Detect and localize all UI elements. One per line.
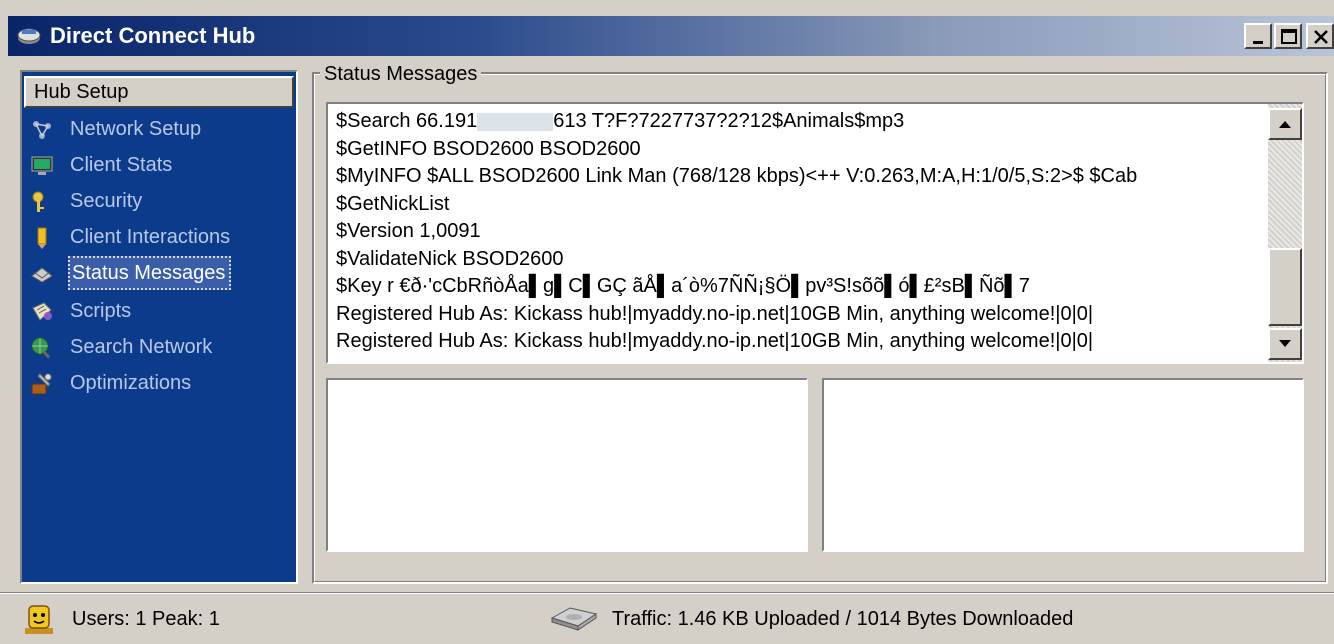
log-line: $Key r €ð·'cCbRñòÅa▌g▌C▌GÇ ãÅ▌a´ò%7ÑÑ¡§Ö… (336, 275, 1030, 297)
minimize-icon (1253, 41, 1263, 44)
log-line: $MyINFO $ALL BSOD2600 Link Man (768/128 … (336, 165, 1138, 187)
left-message-box[interactable] (326, 378, 808, 552)
maximize-icon (1281, 29, 1297, 44)
traffic-status: Traffic: 1.46 KB Uploaded / 1014 Bytes D… (612, 608, 1074, 630)
user-icon (25, 605, 53, 634)
users-count: Users: 1 Peak: 1 (72, 608, 220, 630)
sidebar-item-network-setup[interactable]: Network Setup (28, 112, 294, 146)
sidebar-header[interactable]: Hub Setup (24, 76, 294, 108)
log-lines: $Search 66.191 613 T?F?7227737?2?12$Anima… (336, 108, 1266, 356)
sidebar-item-label: Security (70, 190, 143, 212)
right-message-box[interactable] (822, 378, 1304, 552)
log-line: Registered Hub As: Kickass hub!|myaddy.n… (336, 330, 1094, 352)
network-icon (33, 121, 51, 139)
log-scrollbar[interactable] (1268, 104, 1302, 362)
sidebar-item-label: Search Network (70, 336, 213, 358)
title-bar[interactable]: Direct Connect Hub (8, 16, 1334, 56)
app-window: Direct Connect Hub Hub Setup Network Set… (0, 0, 1334, 644)
monitor-icon (31, 156, 53, 175)
sidebar-item-label: Optimizations (70, 372, 192, 394)
sidebar-item-client-stats[interactable]: Client Stats (28, 148, 294, 182)
arrow-down-icon (1279, 340, 1291, 347)
sidebar-item-label: Scripts (70, 300, 132, 322)
log-line: Registered Hub As: Kickass hub!|myaddy.n… (336, 302, 1094, 325)
scroll-up-button[interactable] (1268, 108, 1302, 140)
log-line: $ValidateNick BSOD2600 (336, 247, 564, 270)
sidebar-item-label: Status Messages (68, 256, 232, 290)
sidebar-item-label: Client Stats (70, 154, 173, 176)
sidebar: Hub Setup Network Setup Client Stats Sec… (20, 70, 298, 584)
redacted-ip (477, 112, 554, 131)
hub-app-icon (17, 28, 41, 44)
scroll-icon (32, 302, 52, 321)
log-line: $Search 66.191 613 T?F?7227737?2?12$Anima… (336, 110, 905, 132)
close-button[interactable] (1306, 23, 1334, 49)
globe-search-icon (31, 337, 51, 359)
sidebar-item-optimizations[interactable]: Optimizations (28, 366, 294, 400)
pencil-icon (37, 227, 47, 249)
close-icon (1314, 30, 1328, 44)
minimize-button[interactable] (1244, 23, 1272, 49)
sidebar-item-label: Network Setup (70, 118, 202, 140)
status-log[interactable]: $Search 66.191 613 T?F?7227737?2?12$Anima… (326, 102, 1304, 364)
sidebar-item-security[interactable]: Security (28, 184, 294, 218)
sidebar-item-status-messages[interactable]: Status Messages (28, 256, 294, 290)
log-line: $GetINFO BSOD2600 BSOD2600 (336, 137, 641, 160)
tools-icon (31, 373, 52, 395)
envelope-icon (31, 267, 53, 283)
sidebar-item-search-network[interactable]: Search Network (28, 330, 294, 364)
log-line: $GetNickList (336, 192, 450, 215)
scroll-down-button[interactable] (1268, 328, 1302, 360)
group-title: Status Messages (320, 62, 482, 86)
sidebar-item-client-interactions[interactable]: Client Interactions (28, 220, 294, 254)
log-line: $Version 1,0091 (336, 220, 481, 242)
status-bar: Users: 1 Peak: 1 Traffic: 1.46 KB Upload… (0, 592, 1334, 644)
sidebar-item-label: Client Interactions (70, 226, 231, 248)
maximize-button[interactable] (1274, 23, 1302, 49)
arrow-up-icon (1279, 121, 1291, 128)
hard-drive-icon (550, 607, 598, 631)
sidebar-item-scripts[interactable]: Scripts (28, 294, 294, 328)
keys-icon (32, 191, 44, 212)
window-title: Direct Connect Hub (50, 23, 256, 48)
status-divider (0, 592, 1334, 594)
scroll-thumb[interactable] (1268, 248, 1302, 326)
